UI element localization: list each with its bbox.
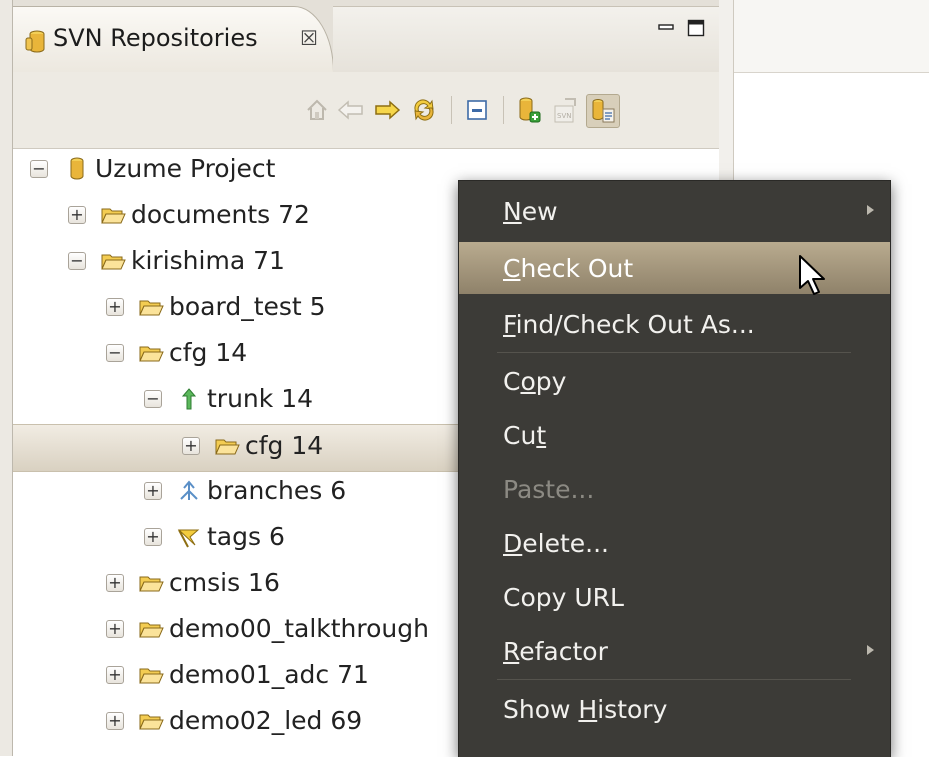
close-icon[interactable]: ☒ [300,26,318,50]
maximize-icon[interactable] [686,18,706,38]
tree-label: documents 72 [131,200,310,229]
expand-toggle[interactable]: + [182,437,200,455]
expand-toggle[interactable]: + [106,666,124,684]
trunk-icon [181,388,197,410]
back-icon [337,100,363,120]
menu-item-label: Show History [503,695,668,724]
menu-item-new[interactable]: New [459,185,890,237]
menu-item-refactor[interactable]: Refactor [459,625,890,677]
svn-repository-icon [25,30,45,53]
menu-item-label: Copy URL [503,583,624,612]
tree-label: board_test 5 [169,292,326,321]
menu-item-delete[interactable]: Delete... [459,517,890,569]
menu-separator [497,352,851,353]
svg-text:SVN: SVN [557,112,571,120]
minimize-icon[interactable] [656,18,676,38]
menu-item-copy[interactable]: Copy [459,355,890,407]
view-title: SVN Repositories [53,24,258,52]
forward-icon [375,100,401,120]
expand-toggle[interactable]: + [106,620,124,638]
collapse-toggle[interactable]: − [30,160,48,178]
folder-icon [139,668,164,684]
branches-icon [180,480,198,500]
folder-icon [139,576,164,592]
tree-label: trunk 14 [207,384,314,413]
submenu-arrow-icon [867,645,874,655]
tree-label: tags 6 [207,522,285,551]
toolbar-separator [451,96,452,124]
tab-svn-repositories[interactable]: SVN Repositories ☒ [13,6,334,73]
expand-toggle[interactable]: + [144,528,162,546]
menu-item-label: Paste... [503,475,595,504]
back-button[interactable] [335,94,367,126]
repository-icon [70,157,84,180]
home-button[interactable] [301,94,333,126]
tree-label: Uzume Project [95,154,276,183]
collapse-all-button[interactable] [461,94,493,126]
collapse-toggle[interactable]: − [106,344,124,362]
folder-icon [101,254,126,270]
folder-icon [139,714,164,730]
menu-item-label: Cut [503,421,547,450]
menu-item-label: Check Out [503,254,634,283]
tags-icon [177,529,200,548]
view-toolbar: SVN [13,72,720,149]
tree-label: cfg 14 [169,338,248,367]
expand-toggle[interactable]: + [68,206,86,224]
expand-toggle[interactable]: + [106,298,124,316]
tree-label: cmsis 16 [169,568,280,597]
menu-separator [497,679,851,680]
collapse-toggle[interactable]: − [68,252,86,270]
menu-item-copy-url[interactable]: Copy URL [459,571,890,623]
tree-label: demo01_adc 71 [169,660,369,689]
folder-icon [101,208,126,224]
menu-item-label: Copy [503,367,567,396]
new-repository-location-icon [519,97,541,123]
menu-item-show-history[interactable]: Show History [459,683,890,735]
menu-item-label: Refactor [503,637,608,666]
collapse-all-icon [467,100,487,120]
refresh-icon [414,99,434,121]
link-with-editor-button[interactable] [586,94,620,128]
editor-header [734,0,929,73]
folder-icon [139,622,164,638]
view-tab-header: SVN Repositories ☒ [13,0,720,73]
link-with-editor-icon [592,99,615,123]
new-repository-location-button[interactable] [513,94,545,126]
expand-toggle[interactable]: + [106,574,124,592]
folder-icon [139,346,164,362]
menu-item-label: Delete... [503,529,609,558]
menu-item-find-check-out-as[interactable]: Find/Check Out As... [459,298,890,350]
tab-header-filler [333,6,720,73]
collapse-toggle[interactable]: − [144,390,162,408]
folder-icon [139,300,164,316]
expand-toggle[interactable]: + [144,482,162,500]
forward-button[interactable] [371,94,403,126]
tree-label: cfg 14 [245,431,324,460]
toolbar-separator [503,96,504,124]
svn-checkout-button[interactable]: SVN [549,94,581,126]
tree-label: demo00_talkthrough [169,614,429,643]
tree-label: kirishima 71 [131,246,285,275]
submenu-arrow-icon [867,205,874,215]
folder-icon [215,439,240,455]
left-window-edge [0,0,12,756]
mouse-pointer-icon [799,255,825,295]
tree-label: demo02_led 69 [169,706,363,735]
menu-item-label: New [503,197,558,226]
menu-item-paste: Paste... [459,463,890,515]
tree-label: branches 6 [207,476,347,505]
menu-item-label: Find/Check Out As... [503,310,755,339]
menu-item-cut[interactable]: Cut [459,409,890,461]
refresh-button[interactable] [408,94,440,126]
home-icon [307,99,327,120]
svn-checkout-icon: SVN [554,98,576,123]
expand-toggle[interactable]: + [106,712,124,730]
